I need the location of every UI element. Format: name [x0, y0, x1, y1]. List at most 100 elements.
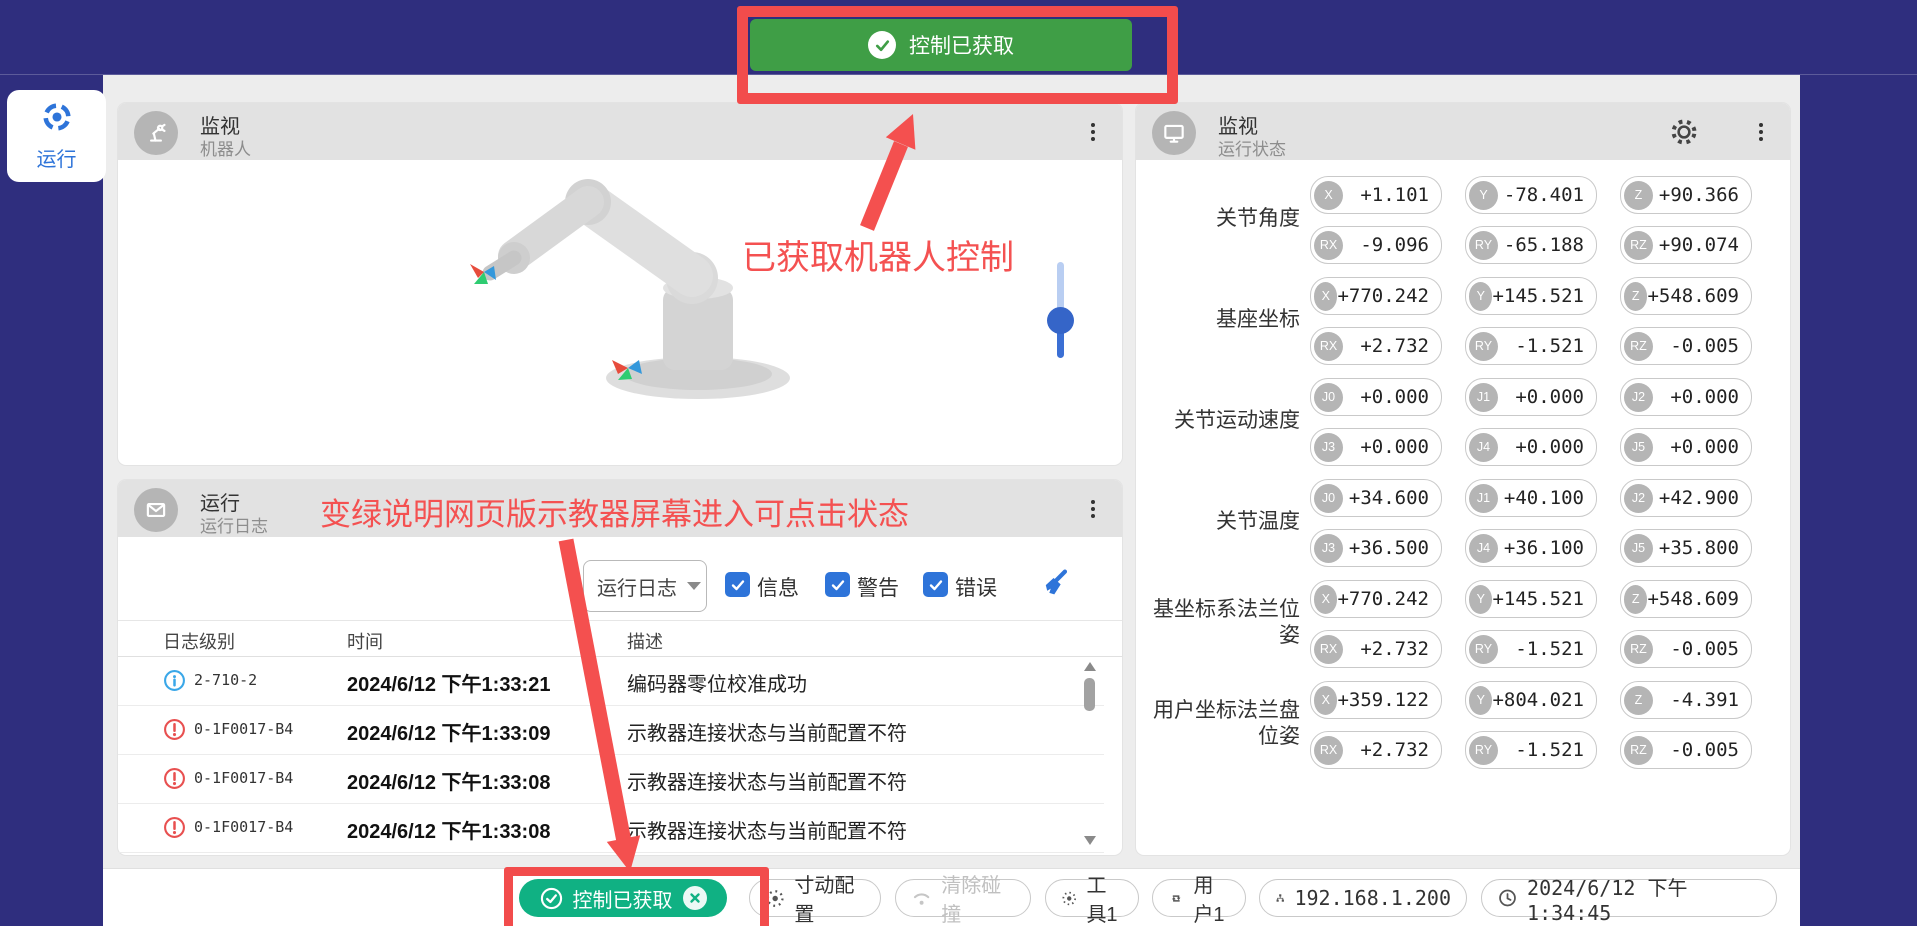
axis-chip: Z	[1624, 585, 1647, 614]
user-frame-label: 用户1	[1193, 869, 1230, 926]
axis-value-pill: Y-78.401	[1465, 176, 1597, 214]
info-checkbox[interactable]	[725, 572, 750, 597]
axis-chip: Y	[1469, 686, 1492, 715]
axis-value-pill: J1+40.100	[1465, 479, 1597, 517]
status-group-label: 基座坐标	[1142, 277, 1300, 363]
status-group-label: 关节角度	[1142, 176, 1300, 262]
robot-3d-render	[118, 160, 1122, 465]
axis-value: +770.242	[1337, 588, 1441, 610]
axis-value-pill: RY-1.521	[1465, 630, 1597, 668]
axis-value-pill: Z-4.391	[1620, 681, 1752, 719]
axis-value: +36.100	[1498, 537, 1596, 559]
axis-value: -0.005	[1653, 335, 1751, 357]
status-settings-gear-button[interactable]	[1670, 118, 1698, 151]
release-control-x-icon[interactable]	[683, 886, 707, 910]
log-type-dropdown[interactable]: 运行日志	[583, 560, 707, 612]
error-checkbox-label: 错误	[955, 572, 997, 602]
axis-chip: J2	[1624, 484, 1653, 513]
error-log-icon	[163, 718, 186, 746]
axis-value-pill: J2+42.900	[1620, 479, 1752, 517]
axis-chip: X	[1314, 181, 1343, 210]
release-control-label: 控制已获取	[573, 884, 673, 913]
log-description: 编码器零位校准成功	[627, 668, 807, 697]
log-panel-menu-button[interactable]	[1082, 494, 1104, 524]
release-control-pill[interactable]: 控制已获取	[519, 879, 727, 917]
axis-chip: J1	[1469, 484, 1498, 513]
info-checkbox-label: 信息	[757, 572, 799, 602]
log-row: 0-1F0017-B42024/6/12 下午1:33:08示教器连接状态与当前…	[118, 754, 1104, 804]
log-scrollbar-thumb[interactable]	[1084, 678, 1095, 711]
control-acquired-banner-label: 控制已获取	[909, 30, 1014, 60]
log-row: 0-1F0017-B42024/6/12 下午1:33:08示教器连接状态与当前…	[118, 803, 1104, 853]
ip-address-pill[interactable]: 192.168.1.200	[1259, 879, 1467, 917]
axis-value-pill: J3+36.500	[1310, 529, 1442, 567]
axis-chip: RZ	[1624, 635, 1653, 664]
axis-value-pill: Y+804.021	[1465, 681, 1597, 719]
monitor-icon	[1152, 111, 1196, 155]
axis-value-pill: Y+145.521	[1465, 277, 1597, 315]
network-icon	[1275, 887, 1285, 909]
clear-collision-button[interactable]: 清除碰撞	[895, 879, 1031, 917]
axis-chip: RZ	[1624, 231, 1653, 260]
warning-checkbox[interactable]	[825, 572, 850, 597]
axis-value: -78.401	[1498, 184, 1596, 206]
axis-chip: Z	[1624, 282, 1647, 311]
axis-value-pill: Z+90.366	[1620, 176, 1752, 214]
axis-chip: Y	[1469, 181, 1498, 210]
axis-chip: RY	[1469, 332, 1498, 361]
axis-value: -65.188	[1498, 234, 1596, 256]
jog-config-button[interactable]: 寸动配置	[749, 879, 881, 917]
axis-value: +548.609	[1647, 588, 1751, 610]
status-group-label: 关节运动速度	[1142, 378, 1300, 464]
log-description: 示教器连接状态与当前配置不符	[627, 766, 907, 795]
user-frame-button[interactable]: 用户1	[1152, 879, 1246, 917]
tool-select-button[interactable]: 工具1	[1045, 879, 1139, 917]
view-zoom-slider-thumb[interactable]	[1047, 307, 1074, 334]
log-col-level: 日志级别	[163, 628, 235, 654]
log-level-code: 2-710-2	[194, 671, 257, 689]
log-row: 0-1F0017-B42024/6/12 下午1:33:09示教器连接状态与当前…	[118, 705, 1104, 755]
robot-arm-icon	[134, 111, 178, 155]
robot-panel-header: 监视 机器人	[118, 103, 1122, 160]
axis-value-pill: J0+34.600	[1310, 479, 1442, 517]
sidebar-item-run[interactable]: 运行	[7, 90, 106, 182]
axis-value: +0.000	[1343, 436, 1441, 458]
axis-value-pill: Z+548.609	[1620, 277, 1752, 315]
log-level-code: 0-1F0017-B4	[194, 818, 293, 836]
info-log-icon	[163, 669, 186, 697]
robot-3d-viewport[interactable]	[118, 160, 1122, 465]
axis-chip: Z	[1624, 686, 1653, 715]
robot-panel-menu-button[interactable]	[1082, 117, 1104, 147]
collision-icon	[911, 887, 932, 910]
axis-value: +548.609	[1647, 285, 1751, 307]
status-panel-menu-button[interactable]	[1750, 117, 1772, 147]
error-checkbox[interactable]	[923, 572, 948, 597]
axis-value: +145.521	[1492, 588, 1596, 610]
tool-select-label: 工具1	[1086, 869, 1123, 926]
axis-value-pill: RY-1.521	[1465, 327, 1597, 365]
axis-value: +35.800	[1653, 537, 1751, 559]
control-acquired-banner: 控制已获取	[750, 19, 1132, 71]
axis-value: +804.021	[1492, 689, 1596, 711]
axis-chip: RZ	[1624, 332, 1653, 361]
log-time: 2024/6/12 下午1:33:21	[347, 668, 550, 697]
scroll-down-arrow[interactable]	[1084, 836, 1096, 845]
log-time: 2024/6/12 下午1:33:09	[347, 717, 550, 746]
axis-chip: RY	[1469, 635, 1498, 664]
clear-collision-label: 清除碰撞	[941, 869, 1015, 926]
datetime-pill[interactable]: 2024/6/12 下午1:34:45	[1481, 879, 1777, 917]
warning-checkbox-label: 警告	[857, 572, 899, 602]
clear-log-broom-button[interactable]	[1038, 566, 1072, 605]
axis-value-pill: RX+2.732	[1310, 731, 1442, 769]
axis-value: -1.521	[1498, 638, 1596, 660]
axis-value: +1.101	[1343, 184, 1441, 206]
check-circle-icon	[540, 887, 563, 910]
axis-chip: J1	[1469, 383, 1498, 412]
clock-icon	[1497, 887, 1518, 909]
axis-value-pill: RZ-0.005	[1620, 630, 1752, 668]
axis-value: +0.000	[1343, 386, 1441, 408]
scroll-up-arrow[interactable]	[1084, 662, 1096, 671]
axis-value: +145.521	[1492, 285, 1596, 307]
axis-value-pill: RY-1.521	[1465, 731, 1597, 769]
axis-value-pill: RZ-0.005	[1620, 327, 1752, 365]
